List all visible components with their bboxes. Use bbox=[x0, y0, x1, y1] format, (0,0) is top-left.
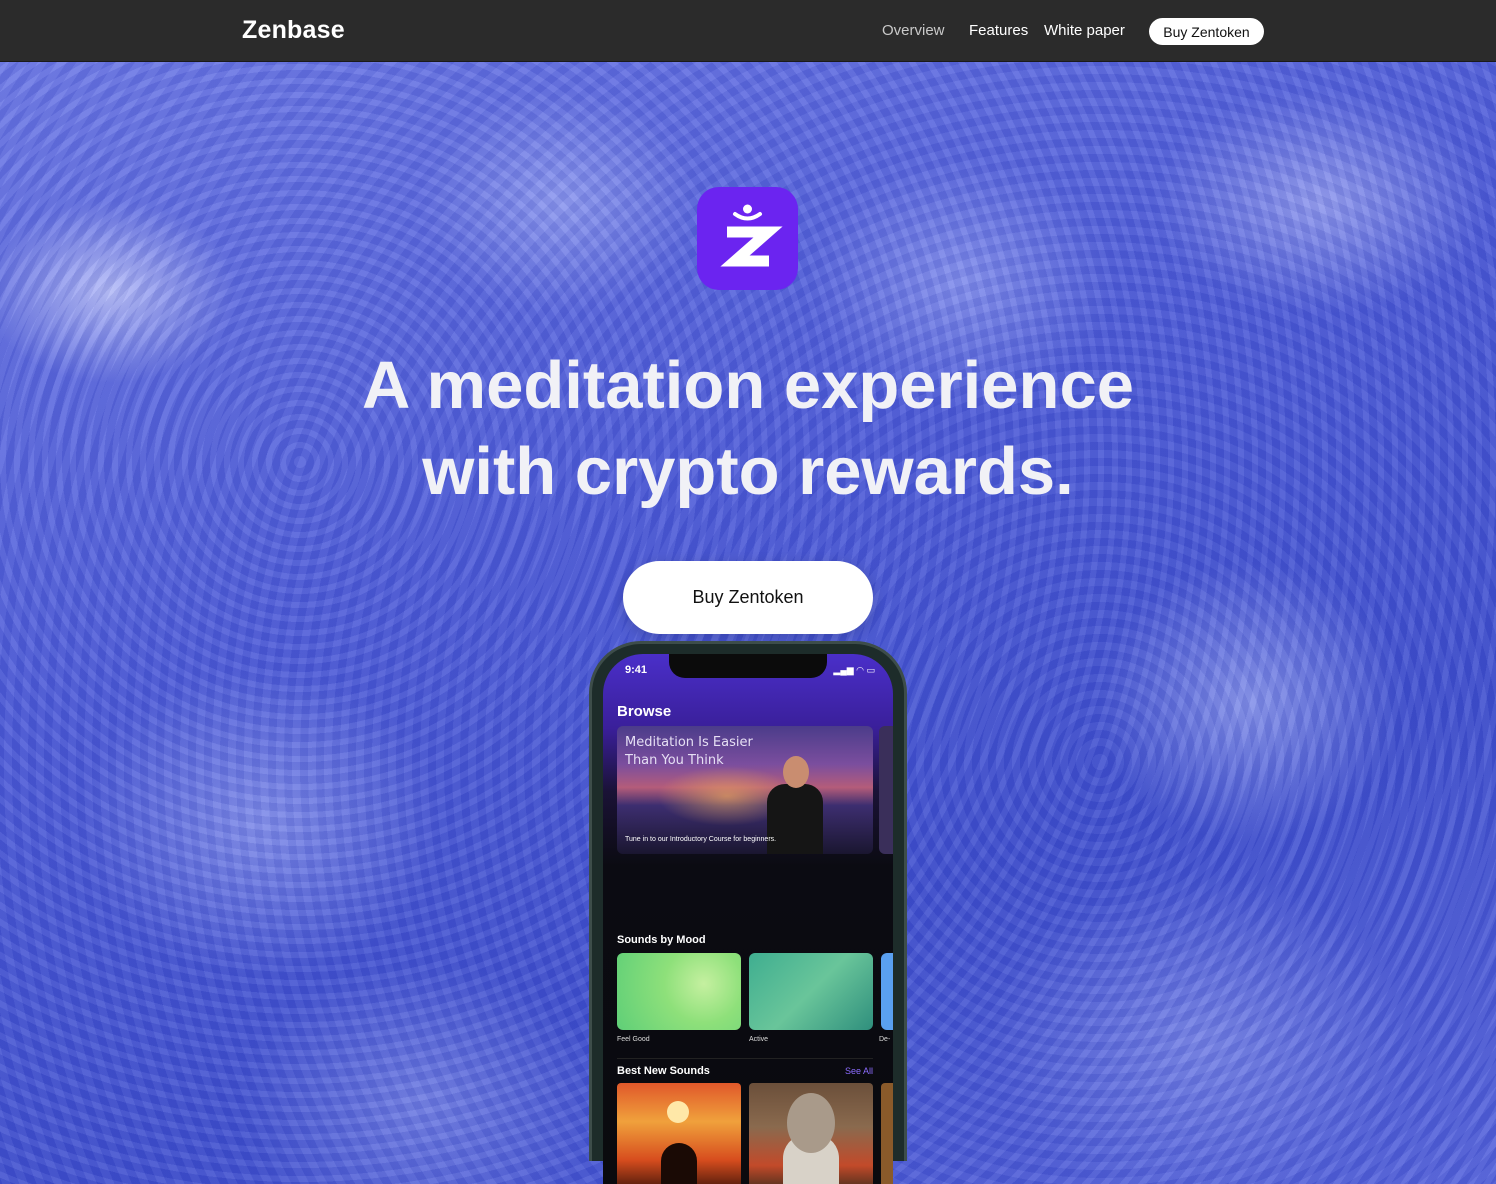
nav-buy-zentoken-button[interactable]: Buy Zentoken bbox=[1149, 18, 1264, 45]
top-nav: Zenbase Overview Features White paper Bu… bbox=[0, 0, 1496, 62]
browse-title: Browse bbox=[617, 703, 672, 720]
meditator-silhouette bbox=[661, 1143, 697, 1184]
mood-label: Feel Good bbox=[617, 1036, 650, 1043]
mood-card-feel-good[interactable] bbox=[617, 953, 741, 1030]
brand-logo[interactable]: Zenbase bbox=[242, 16, 345, 45]
next-card-peek[interactable] bbox=[879, 726, 893, 854]
sound-card-sunset[interactable] bbox=[617, 1083, 741, 1184]
phone-screen: 9:41 ▂▄▆ ◠ ▭ Browse Meditation Is Easier… bbox=[603, 654, 893, 1184]
status-icons: ▂▄▆ ◠ ▭ bbox=[833, 665, 875, 675]
see-all-link[interactable]: See All bbox=[845, 1066, 873, 1076]
best-new-sounds-title: Best New Sounds bbox=[617, 1065, 710, 1077]
mood-label: De- bbox=[879, 1036, 891, 1043]
section-divider bbox=[617, 1058, 873, 1059]
sound-card-next[interactable] bbox=[881, 1083, 893, 1184]
feature-subtitle: Tune in to our Introductory Course for b… bbox=[625, 836, 777, 843]
status-time: 9:41 bbox=[625, 664, 648, 676]
mood-card-active[interactable] bbox=[749, 953, 873, 1030]
nav-link-features[interactable]: Features bbox=[969, 22, 1028, 39]
feature-title: Meditation Is Easier Than You Think bbox=[625, 735, 753, 768]
nav-link-white-paper[interactable]: White paper bbox=[1044, 22, 1125, 39]
nav-link-overview[interactable]: Overview bbox=[882, 22, 945, 39]
phone-notch bbox=[669, 654, 827, 678]
hero-headline-line-2: with crypto rewards. bbox=[422, 434, 1074, 509]
zenbase-z-icon bbox=[720, 204, 783, 267]
hero-buy-zentoken-button[interactable]: Buy Zentoken bbox=[623, 561, 873, 634]
sounds-by-mood-title: Sounds by Mood bbox=[617, 934, 706, 946]
sadhu-face bbox=[787, 1093, 835, 1153]
hero-headline-line-1: A meditation experience bbox=[362, 348, 1134, 423]
app-logo bbox=[697, 187, 798, 290]
sun-image bbox=[667, 1101, 689, 1123]
mood-card-next[interactable] bbox=[881, 953, 893, 1030]
sound-card-sadhu[interactable] bbox=[749, 1083, 873, 1184]
featured-course-card[interactable]: Meditation Is Easier Than You Think Tune… bbox=[617, 726, 873, 854]
mood-label: Active bbox=[749, 1036, 769, 1043]
